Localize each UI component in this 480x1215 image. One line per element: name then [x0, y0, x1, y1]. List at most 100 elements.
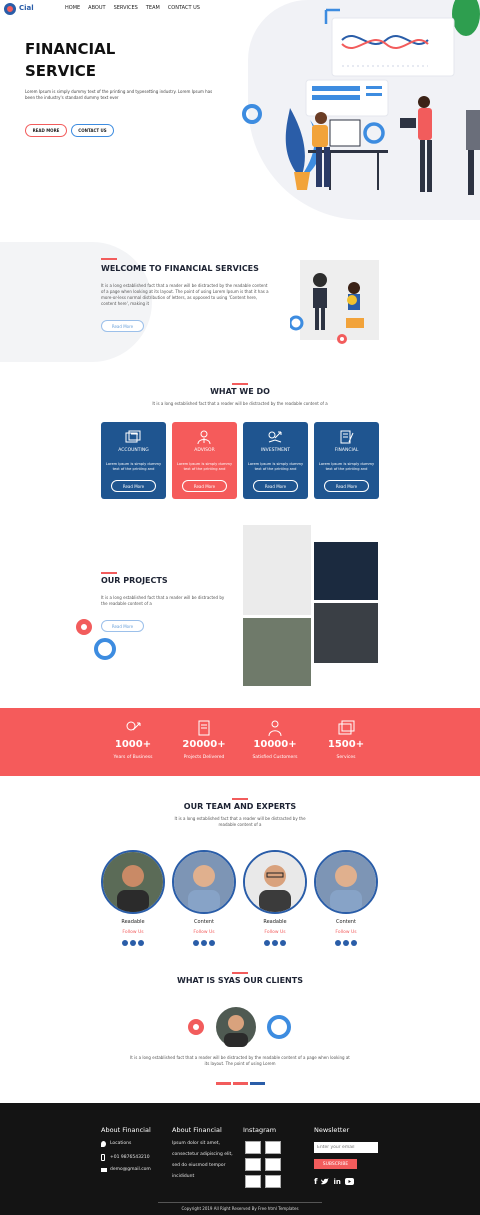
nav-item-about[interactable]: ABOUT: [88, 5, 105, 11]
linkedin-icon[interactable]: [138, 940, 144, 946]
footer-email[interactable]: demo@gmail.com: [110, 1165, 151, 1174]
footer-about-title: About Financial: [101, 1126, 151, 1134]
projects-title: OUR PROJECTS: [101, 576, 168, 585]
linkedin-icon[interactable]: [209, 940, 215, 946]
footer-phone[interactable]: +01 9876543210: [110, 1153, 150, 1162]
client-testimonial-visual: [188, 1007, 291, 1047]
instagram-thumbnail[interactable]: [265, 1158, 281, 1171]
facebook-icon[interactable]: [264, 940, 270, 946]
footer-about2-line: consectetur adipiscing elit,: [172, 1152, 233, 1157]
team-member-photo[interactable]: [172, 850, 236, 914]
avatar: [174, 852, 234, 912]
service-card-advisor: ADVISOR Lorem Ipsum is simply dummy text…: [172, 422, 237, 499]
instagram-thumbnail[interactable]: [245, 1175, 261, 1188]
service-card-accounting: ACCOUNTING Lorem Ipsum is simply dummy t…: [101, 422, 166, 499]
linkedin-icon[interactable]: in: [333, 1178, 340, 1186]
welcome-text: It is a long established fact that a rea…: [101, 283, 269, 306]
team-title-accent: [232, 798, 248, 800]
facebook-icon[interactable]: f: [314, 1177, 317, 1186]
accounting-icon: [125, 430, 141, 443]
nav-item-team[interactable]: TEAM: [146, 5, 160, 11]
facebook-icon[interactable]: [122, 940, 128, 946]
welcome-read-more-button[interactable]: Read More: [101, 320, 144, 332]
hero-title: FINANCIAL SERVICE: [25, 38, 225, 82]
nav-item-services[interactable]: SERVICES: [114, 5, 138, 11]
stat-label: Satisfied Customers: [252, 755, 298, 760]
follow-us-link[interactable]: Follow Us: [101, 930, 165, 935]
member-social-links: [172, 940, 236, 946]
instagram-thumbnail[interactable]: [265, 1141, 281, 1154]
footer-instagram-title: Instagram: [243, 1126, 277, 1134]
hero-title-line1: FINANCIAL: [25, 40, 116, 58]
carousel-indicator-active[interactable]: [250, 1082, 265, 1085]
service-title: INVESTMENT: [260, 448, 291, 453]
nav-item-home[interactable]: HOME: [65, 5, 80, 11]
service-read-more-button[interactable]: Read More: [324, 480, 369, 492]
subscribe-button[interactable]: SUBSCRIBE: [314, 1159, 357, 1169]
linkedin-icon[interactable]: [280, 940, 286, 946]
facebook-icon[interactable]: [335, 940, 341, 946]
welcome-title-accent: [101, 258, 117, 260]
hero-illustration: [242, 0, 480, 195]
footer-about2-line: incididunt: [172, 1174, 195, 1179]
team-member-photo[interactable]: [243, 850, 307, 914]
footer-about2-line: Ipsum dolor sit amet,: [172, 1141, 220, 1146]
team-member-photo[interactable]: [101, 850, 165, 914]
service-title: ADVISOR: [194, 448, 215, 453]
facebook-icon[interactable]: [193, 940, 199, 946]
advisor-icon: [197, 430, 211, 444]
newsletter-email-input[interactable]: [314, 1142, 378, 1153]
footer-newsletter-title: Newsletter: [314, 1126, 350, 1134]
project-image-money[interactable]: [243, 618, 311, 686]
clients-title: WHAT IS SYAS OUR CLIENTS: [177, 976, 303, 985]
linkedin-icon[interactable]: [351, 940, 357, 946]
twitter-icon[interactable]: [201, 940, 207, 946]
service-card-investment: INVESTMENT Lorem Ipsum is simply dummy t…: [243, 422, 308, 499]
avatar: [103, 852, 163, 912]
welcome-title: WELCOME TO FINANCIAL SERVICES: [101, 264, 259, 273]
brand-name[interactable]: Cial: [19, 4, 34, 12]
contact-us-button[interactable]: CONTACT US: [71, 124, 114, 137]
carousel-indicator[interactable]: [216, 1082, 231, 1085]
instagram-thumbnail[interactable]: [265, 1175, 281, 1188]
projects-decor-rings: [76, 619, 116, 660]
read-more-button[interactable]: READ MORE: [25, 124, 67, 137]
twitter-icon[interactable]: [130, 940, 136, 946]
project-image-chess[interactable]: [243, 525, 311, 615]
service-read-more-button[interactable]: Read More: [182, 480, 227, 492]
service-title: ACCOUNTING: [118, 448, 149, 453]
service-text: Lorem Ipsum is simply dummy text of the …: [247, 462, 304, 471]
avatar: [245, 852, 305, 912]
instagram-thumbnail[interactable]: [245, 1158, 261, 1171]
twitter-icon[interactable]: [272, 940, 278, 946]
footer: [0, 1103, 480, 1215]
team-subtitle-line2: readable content of a: [218, 822, 262, 827]
service-title: FINANCIAL: [334, 448, 359, 453]
footer-copyright: Copyright 2019 All Right Reserved By Fre…: [181, 1206, 299, 1211]
service-read-more-button[interactable]: Read More: [111, 480, 156, 492]
youtube-icon[interactable]: [344, 1178, 354, 1185]
carousel-indicator[interactable]: [233, 1082, 248, 1085]
team-member-photo[interactable]: [314, 850, 378, 914]
member-social-links: [243, 940, 307, 946]
team-member-name: Readable: [121, 919, 145, 925]
twitter-icon[interactable]: [321, 1178, 330, 1185]
nav-item-contact[interactable]: CONTACT US: [168, 5, 200, 11]
footer-about2-line: sed do eiusmod tempor: [172, 1163, 226, 1168]
project-image-phone[interactable]: [314, 603, 378, 663]
member-social-links: [314, 940, 378, 946]
follow-us-link[interactable]: Follow Us: [172, 930, 236, 935]
service-text: Lorem Ipsum is simply dummy text of the …: [318, 462, 375, 471]
follow-us-link[interactable]: Follow Us: [243, 930, 307, 935]
twitter-icon[interactable]: [343, 940, 349, 946]
instagram-thumbnail[interactable]: [245, 1141, 261, 1154]
logo-icon[interactable]: [4, 3, 16, 15]
follow-us-link[interactable]: Follow Us: [314, 930, 378, 935]
phone-icon: [101, 1154, 105, 1161]
stat-number: 1500+: [327, 739, 365, 750]
project-image-chess-pieces[interactable]: [314, 542, 378, 600]
projects-icon: [198, 720, 210, 736]
footer-location: Locations: [110, 1141, 132, 1146]
service-read-more-button[interactable]: Read More: [253, 480, 298, 492]
team-member-name: Readable: [263, 919, 287, 925]
